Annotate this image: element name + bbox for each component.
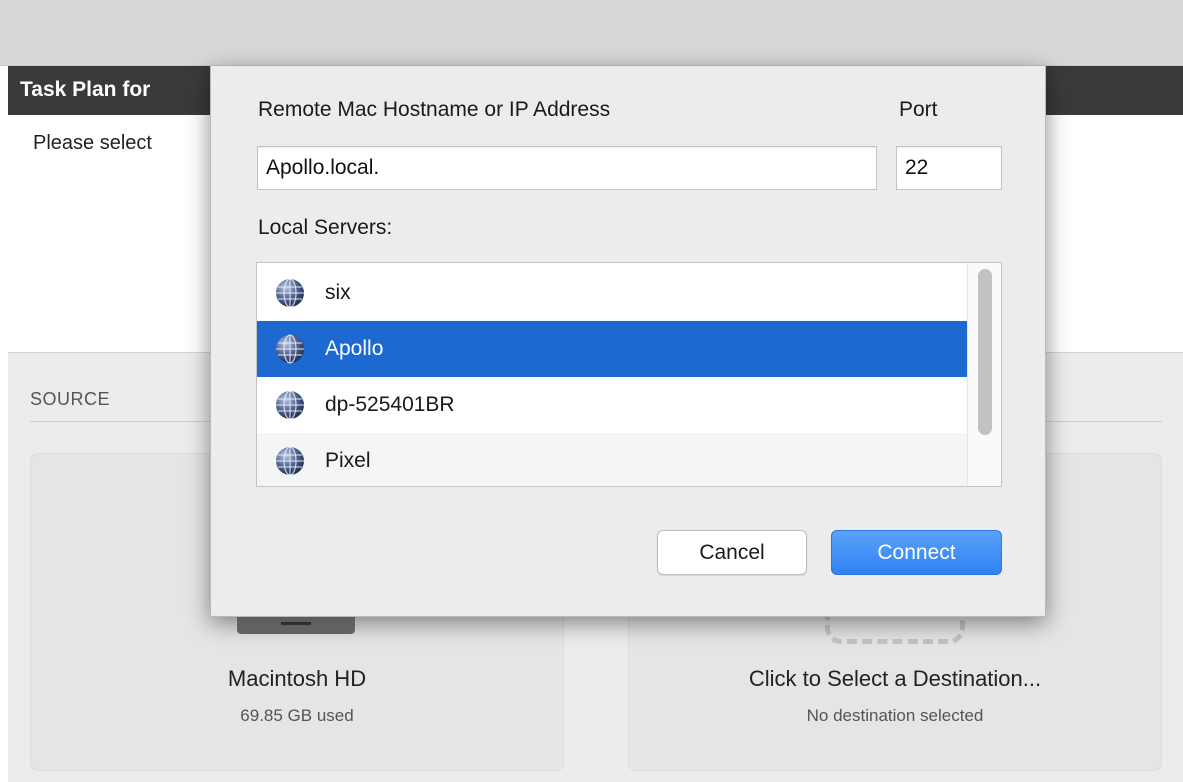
cancel-button[interactable]: Cancel	[657, 530, 807, 575]
hostname-input[interactable]	[257, 146, 877, 190]
server-item-dp-525401br[interactable]: dp-525401BR	[257, 377, 969, 433]
window-titlebar	[0, 0, 1183, 66]
network-globe-icon	[275, 446, 305, 476]
header-title: Task Plan for	[20, 78, 151, 101]
local-servers-list[interactable]: six Apollo dp-525401BR Pixel	[256, 262, 1002, 487]
connect-button[interactable]: Connect	[831, 530, 1002, 575]
connect-remote-mac-dialog: Remote Mac Hostname or IP Address Port L…	[210, 66, 1046, 617]
section-label-source: SOURCE	[30, 389, 111, 409]
hostname-label: Remote Mac Hostname or IP Address	[258, 98, 611, 121]
destination-status: No destination selected	[806, 706, 984, 725]
server-label: six	[325, 281, 351, 304]
network-globe-icon	[275, 390, 305, 420]
port-label: Port	[899, 98, 938, 121]
local-servers-label: Local Servers:	[258, 216, 393, 239]
server-label: dp-525401BR	[325, 393, 455, 416]
list-scrollbar[interactable]	[967, 263, 1001, 486]
server-item-six[interactable]: six	[257, 265, 969, 321]
destination-name: Click to Select a Destination...	[748, 666, 1042, 691]
port-input[interactable]	[896, 146, 1002, 190]
network-globe-icon	[275, 278, 305, 308]
network-globe-icon	[275, 334, 305, 364]
server-item-pixel[interactable]: Pixel	[257, 433, 969, 486]
prompt-text: Please select	[33, 132, 152, 154]
server-label: Apollo	[325, 337, 384, 360]
source-usage: 69.85 GB used	[240, 706, 354, 725]
server-label: Pixel	[325, 449, 371, 472]
scrollbar-thumb[interactable]	[978, 269, 992, 435]
server-item-apollo[interactable]: Apollo	[257, 321, 969, 377]
source-name: Macintosh HD	[227, 666, 367, 691]
